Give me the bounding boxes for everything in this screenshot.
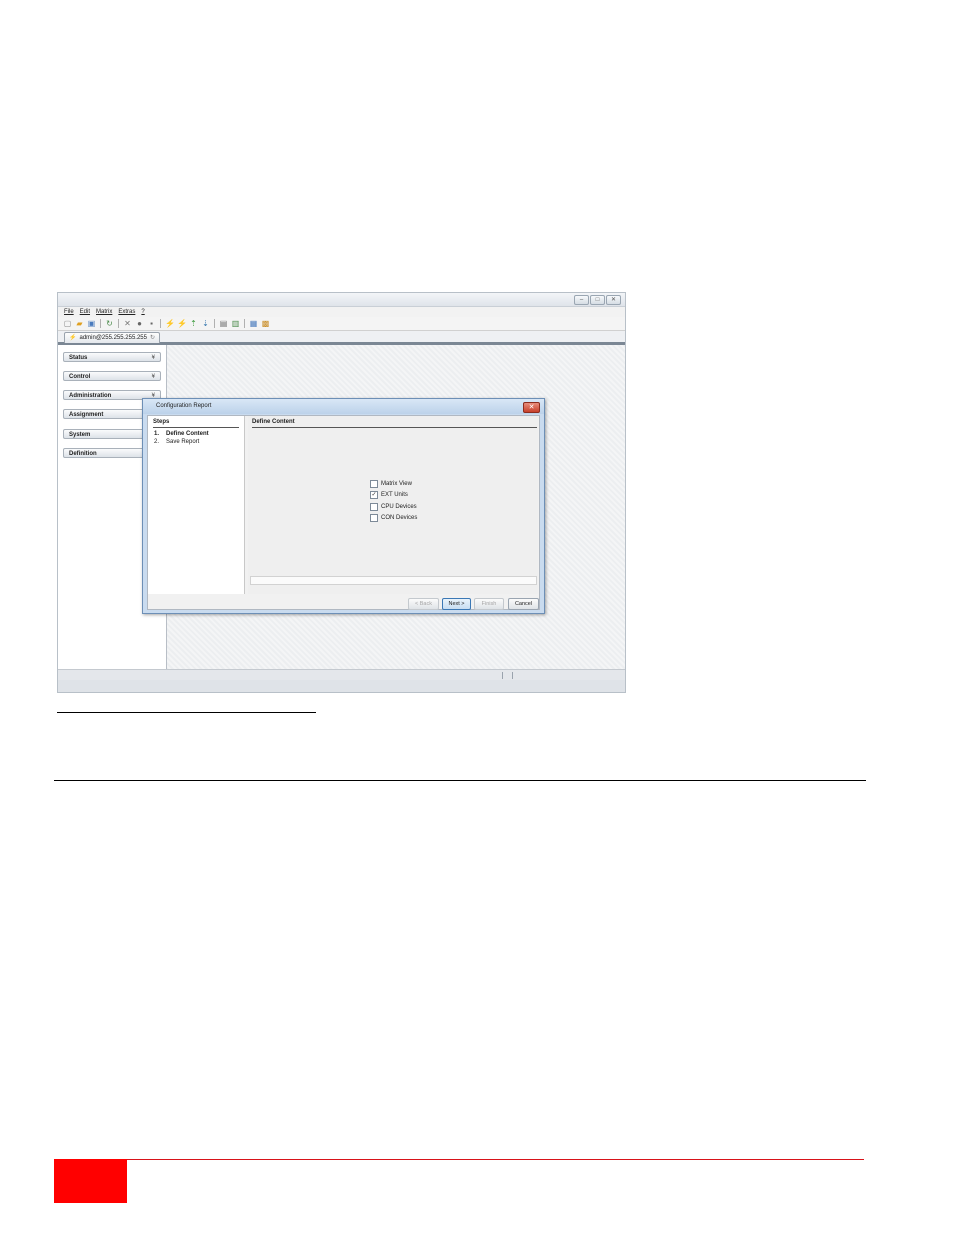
refresh-icon[interactable]: ↻ [105,319,114,328]
connect-icon[interactable]: ⚡ [165,319,175,328]
checkbox[interactable] [370,514,378,522]
sidebar-item-label: Administration [69,393,112,399]
sidebar-item-status[interactable]: Status ¥ [63,352,161,362]
sidebar-item-label: Assignment [69,412,104,418]
step-save-report: 2. Save Report [154,439,199,445]
paste-icon[interactable]: ▪ [147,319,156,328]
application-window: – □ ✕ File Edit Matrix Extras ? ▢ ▰ ▣ ↻ … [57,292,626,693]
step-number: 1. [154,431,160,437]
sidebar-item-control[interactable]: Control ¥ [63,371,161,381]
steps-divider [153,427,239,428]
configuration-report-dialog: Configuration Report ✕ Steps 1. Define Co… [142,398,545,614]
new-icon[interactable]: ▢ [63,319,72,328]
status-strip [250,576,537,585]
option-ext-units[interactable]: ✓ EXT Units [370,491,408,499]
toolbar-separator [244,319,245,328]
caption-underline [57,712,316,713]
toolbar-separator [160,319,161,328]
close-window-button[interactable]: ✕ [606,295,621,305]
step-number: 2. [154,439,160,445]
plug-icon: ⚡ [69,335,77,341]
minimize-button[interactable]: – [574,295,589,305]
section-divider [54,780,866,781]
menu-matrix[interactable]: Matrix [96,309,112,315]
tab-row: ⚡ admin@255.255.255.255 ↻ [58,331,625,345]
toolbar-separator [118,319,119,328]
option-label: CON Devices [381,515,418,521]
next-button[interactable]: Next > [442,598,471,610]
chevron-down-icon: ¥ [151,355,155,361]
option-label: Matrix View [381,481,412,487]
download-icon[interactable]: ⇣ [201,319,210,328]
step-label: Define Content [166,431,209,437]
steps-panel: Steps 1. Define Content 2. Save Report [148,416,245,594]
back-button[interactable]: < Back [408,598,439,610]
step-define-content: 1. Define Content [154,431,209,437]
checkbox[interactable] [370,480,378,488]
menu-help[interactable]: ? [141,309,144,315]
steps-header: Steps [153,419,170,425]
copy-icon[interactable]: ● [135,319,144,328]
cancel-button[interactable]: Cancel [508,598,539,610]
dialog-title: Configuration Report [143,399,544,414]
document-icon[interactable]: ▤ [219,319,228,328]
content-divider [252,427,537,428]
status-divider [502,672,503,679]
option-con-devices[interactable]: CON Devices [370,514,417,522]
footer-accent-block [54,1159,127,1203]
toolbar-separator [214,319,215,328]
window-controls: – □ ✕ [574,295,621,305]
save-icon[interactable]: ▣ [87,319,96,328]
maximize-button[interactable]: □ [590,295,605,305]
export-icon[interactable]: ▥ [231,319,240,328]
option-matrix-view[interactable]: Matrix View [370,480,412,488]
tab-connection[interactable]: ⚡ admin@255.255.255.255 ↻ [64,332,160,343]
disconnect-icon[interactable]: ⚡ [177,319,187,328]
window-titlebar: – □ ✕ [58,293,625,307]
menu-edit[interactable]: Edit [80,309,90,315]
toolbar: ▢ ▰ ▣ ↻ ✕ ● ▪ ⚡ ⚡ ⇡ ⇣ ▤ ▥ ▦ ▩ [58,317,625,331]
refresh-icon[interactable]: ↻ [150,333,155,343]
toolbar-separator [100,319,101,328]
open-icon[interactable]: ▰ [75,319,84,328]
option-label: EXT Units [381,492,408,498]
menu-bar: File Edit Matrix Extras ? [58,307,625,317]
chevron-down-icon: ¥ [151,374,155,380]
status-divider [512,672,513,679]
option-label: CPU Devices [381,504,417,510]
report-icon[interactable]: ▦ [249,319,258,328]
sidebar-item-label: Status [69,355,88,361]
status-bar [58,669,625,680]
option-cpu-devices[interactable]: CPU Devices [370,503,417,511]
dialog-body: Steps 1. Define Content 2. Save Report Def… [147,415,540,610]
tab-label: admin@255.255.255.255 [79,335,147,341]
content-header: Define Content [252,419,295,425]
finish-button[interactable]: Finish [474,598,504,610]
content-panel: Define Content Matrix View ✓ EXT Units C… [248,416,538,594]
delete-icon[interactable]: ✕ [123,319,132,328]
settings-icon[interactable]: ▩ [261,319,270,328]
menu-file[interactable]: File [64,309,74,315]
dialog-close-button[interactable]: ✕ [523,402,540,413]
step-label: Save Report [166,439,200,445]
sidebar-item-label: Definition [69,451,97,457]
footer-rule [127,1159,864,1160]
upload-icon[interactable]: ⇡ [189,319,198,328]
menu-extras[interactable]: Extras [118,309,135,315]
sidebar-item-label: Control [69,374,91,380]
checkbox-checked[interactable]: ✓ [370,491,378,499]
sidebar-item-label: System [69,432,91,438]
checkbox[interactable] [370,503,378,511]
